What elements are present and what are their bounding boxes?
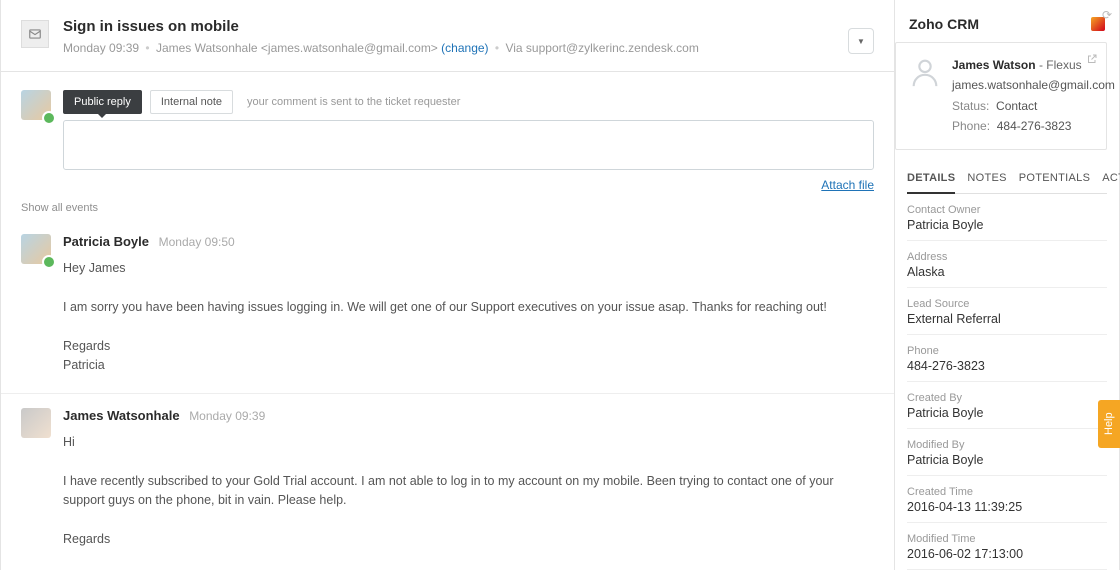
via-address: support@zylkerinc.zendesk.com [526, 41, 699, 55]
reply-hint: your comment is sent to the ticket reque… [247, 96, 460, 108]
conversation-list: Patricia Boyle Monday 09:50 Hey James I … [1, 220, 894, 570]
message-avatar [21, 234, 51, 264]
popout-icon[interactable] [1086, 53, 1098, 68]
detail-value: 2016-06-02 17:13:00 [907, 547, 1107, 561]
help-tab[interactable]: Help [1098, 400, 1120, 448]
tab-potentials[interactable]: POTENTIALS [1019, 166, 1090, 193]
show-all-events[interactable]: Show all events [1, 200, 894, 220]
ticket-requester: James Watsonhale <james.watsonhale@gmail… [156, 41, 438, 55]
detail-value: Alaska [907, 265, 1107, 279]
tab-notes[interactable]: NOTES [967, 166, 1006, 193]
phone-label: Phone: [952, 119, 990, 133]
contact-card: James Watson - Flexus james.watsonhale@g… [895, 42, 1107, 150]
ticket-header: Sign in issues on mobile Monday 09:39 • … [1, 0, 894, 72]
detail-item: Address Alaska [907, 241, 1107, 288]
detail-item: Lead Source External Referral [907, 288, 1107, 335]
detail-value: 2016-04-13 11:39:25 [907, 500, 1107, 514]
message-text: Hey James I am sorry you have been havin… [63, 259, 874, 375]
message-text: Hi I have recently subscribed to your Go… [63, 433, 874, 549]
status-value: Contact [996, 99, 1037, 113]
agent-avatar [21, 90, 51, 120]
message-time: Monday 09:39 [189, 409, 265, 423]
tab-internal-note[interactable]: Internal note [150, 90, 233, 114]
mail-icon [21, 20, 49, 48]
detail-label: Created Time [907, 486, 1107, 498]
status-label: Status: [952, 99, 989, 113]
detail-label: Created By [907, 392, 1107, 404]
detail-item: Created Time 2016-04-13 11:39:25 [907, 476, 1107, 523]
via-label: Via [505, 41, 522, 55]
ticket-title: Sign in issues on mobile [63, 18, 874, 35]
detail-label: Modified By [907, 439, 1107, 451]
message: James Watsonhale Monday 09:39 Hi I have … [1, 393, 894, 567]
message-time: Monday 09:50 [159, 235, 235, 249]
tab-activities[interactable]: ACTIVITIES [1102, 166, 1120, 193]
message: Patricia Boyle Monday 09:50 Hey James I … [1, 220, 894, 393]
person-icon [908, 55, 942, 89]
detail-item: Modified Time 2016-06-02 17:13:00 [907, 523, 1107, 570]
detail-item: Contact Owner Patricia Boyle [907, 194, 1107, 241]
reply-area: Public reply Internal note your comment … [1, 72, 894, 200]
tab-details[interactable]: DETAILS [907, 166, 955, 194]
change-requester-link[interactable]: (change) [441, 41, 488, 55]
message-avatar [21, 408, 51, 438]
detail-item: Modified By Patricia Boyle [907, 429, 1107, 476]
presence-indicator [42, 111, 56, 125]
detail-value: Patricia Boyle [907, 406, 1107, 420]
ticket-meta: Monday 09:39 • James Watsonhale <james.w… [63, 39, 874, 57]
detail-label: Lead Source [907, 298, 1107, 310]
message-author: James Watsonhale [63, 408, 180, 423]
contact-email: james.watsonhale@gmail.com [952, 75, 1096, 95]
reply-textarea[interactable] [63, 120, 874, 170]
details-list: Contact Owner Patricia Boyle Address Alaska… [907, 194, 1107, 570]
sidebar-app-title: Zoho CRM [909, 16, 979, 32]
detail-label: Contact Owner [907, 204, 1107, 216]
crm-tabs: DETAILS NOTES POTENTIALS ACTIVITIES [907, 166, 1107, 194]
ticket-time: Monday 09:39 [63, 41, 139, 55]
tab-public-reply[interactable]: Public reply [63, 90, 142, 114]
detail-value: Patricia Boyle [907, 453, 1107, 467]
contact-company: Flexus [1046, 58, 1081, 72]
detail-value: 484-276-3823 [907, 359, 1107, 373]
attach-file-link[interactable]: Attach file [821, 178, 874, 192]
detail-value: Patricia Boyle [907, 218, 1107, 232]
detail-item: Created By Patricia Boyle [907, 382, 1107, 429]
refresh-icon[interactable]: ⟳ [1102, 8, 1112, 22]
message-author: Patricia Boyle [63, 234, 149, 249]
detail-label: Address [907, 251, 1107, 263]
detail-item: Phone 484-276-3823 [907, 335, 1107, 382]
detail-label: Modified Time [907, 533, 1107, 545]
detail-label: Phone [907, 345, 1107, 357]
contact-name: James Watson [952, 58, 1036, 72]
phone-value: 484-276-3823 [997, 119, 1072, 133]
presence-indicator [42, 255, 56, 269]
detail-value: External Referral [907, 312, 1107, 326]
ticket-options-dropdown[interactable]: ▼ [848, 28, 874, 54]
